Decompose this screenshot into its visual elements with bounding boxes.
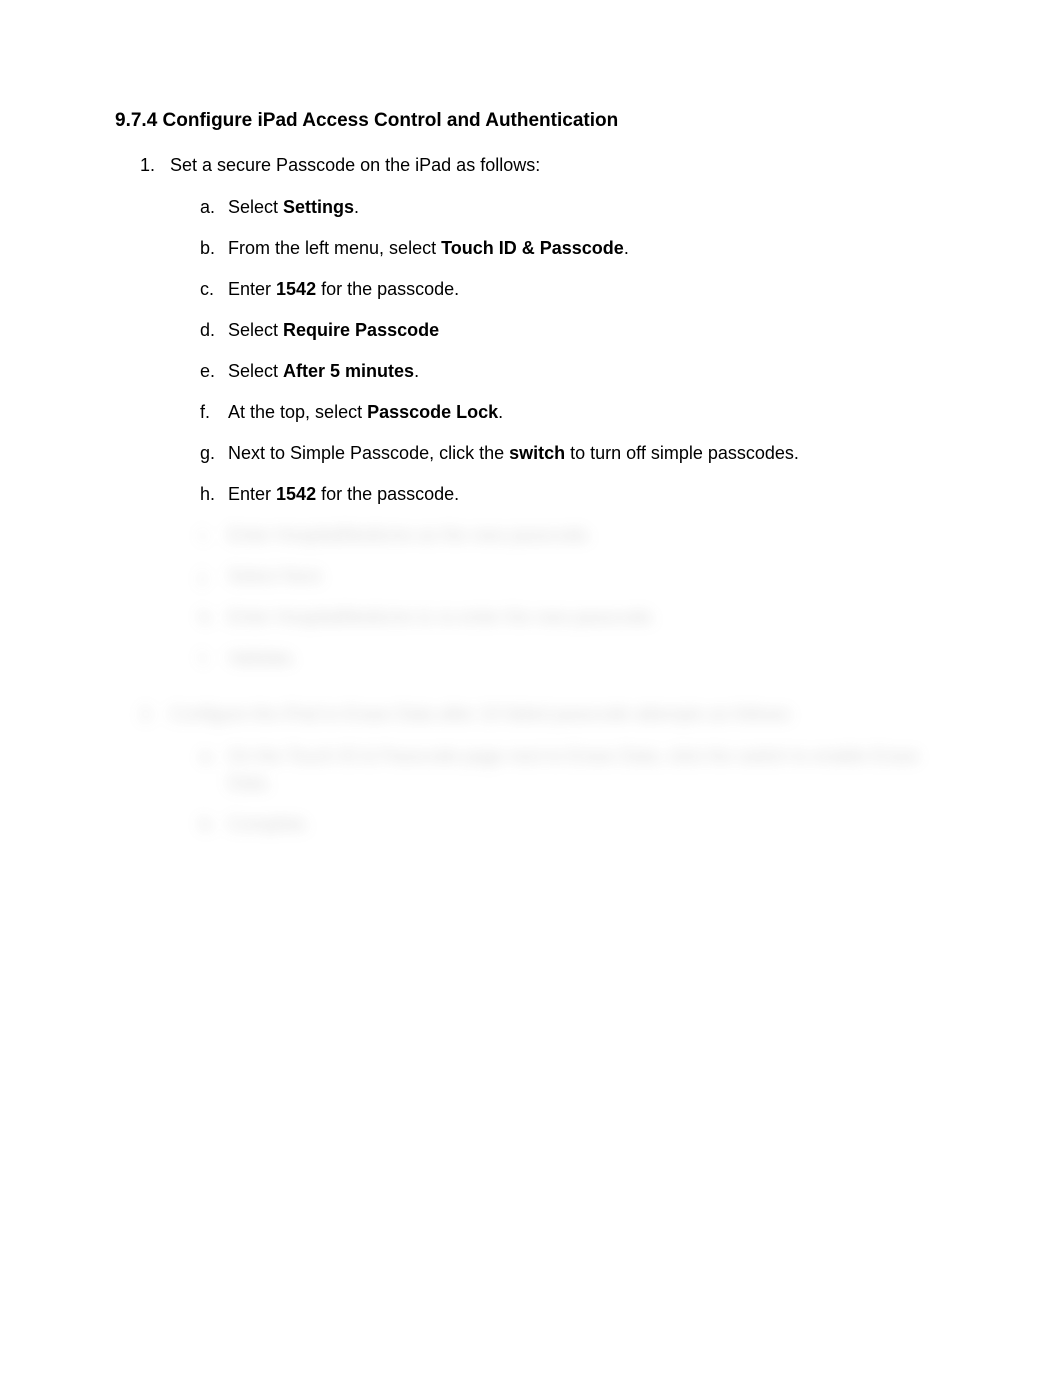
substep-letter: j. — [200, 563, 228, 590]
text-post: . — [414, 361, 419, 381]
substep-text: Enter HospitalMedicine to re-enter the n… — [228, 604, 947, 631]
substep-letter: a. — [200, 743, 228, 797]
step-1: 1. Set a secure Passcode on the iPad as … — [140, 152, 947, 686]
substep-text: Enter 1542 for the passcode. — [228, 481, 947, 508]
substep-letter: f. — [200, 399, 228, 426]
text-post: for the passcode. — [316, 484, 459, 504]
substep-letter: e. — [200, 358, 228, 385]
text-pre: At the top, select — [228, 402, 367, 422]
text-bold: After 5 minutes — [283, 361, 414, 381]
text-bold: Passcode Lock — [367, 402, 498, 422]
text-pre: Select — [228, 361, 283, 381]
section-heading: 9.7.4 Configure iPad Access Control and … — [115, 110, 947, 132]
substep-2b: b. Complete. — [200, 811, 947, 838]
substep-letter: b. — [200, 811, 228, 838]
substep-letter: a. — [200, 194, 228, 221]
main-ordered-list: 1. Set a secure Passcode on the iPad as … — [115, 152, 947, 686]
substep-text: On the Touch ID & Passcode page next to … — [228, 743, 947, 797]
text-post: to turn off simple passcodes. — [565, 443, 799, 463]
text-bold: switch — [509, 443, 565, 463]
substep-text: Next to Simple Passcode, click the switc… — [228, 440, 947, 467]
substep-text: Enter 1542 for the passcode. — [228, 276, 947, 303]
step-1-sublist: a. Select Settings. b. From the left men… — [170, 194, 947, 508]
substep-c: c. Enter 1542 for the passcode. — [200, 276, 947, 303]
substep-l: l. Validate. — [200, 645, 947, 672]
substep-h: h. Enter 1542 for the passcode. — [200, 481, 947, 508]
text-bold: Touch ID & Passcode — [441, 238, 624, 258]
substep-text: Select Settings. — [228, 194, 947, 221]
text-bold: Settings — [283, 197, 354, 217]
substep-text: Enter HospitalMedicine as the new passco… — [228, 522, 947, 549]
step-2-intro: Configure the iPad to Erase Data after 1… — [170, 704, 793, 724]
substep-i: i. Enter HospitalMedicine as the new pas… — [200, 522, 947, 549]
text-bold: 1542 — [276, 279, 316, 299]
text-pre: From the left menu, select — [228, 238, 441, 258]
substep-a: a. Select Settings. — [200, 194, 947, 221]
text-pre: Select — [228, 320, 283, 340]
substep-text: Select Require Passcode — [228, 317, 947, 344]
substep-letter: i. — [200, 522, 228, 549]
text-pre: Enter — [228, 279, 276, 299]
substep-text: From the left menu, select Touch ID & Pa… — [228, 235, 947, 262]
text-post: . — [624, 238, 629, 258]
step-2-content: Configure the iPad to Erase Data after 1… — [170, 701, 947, 852]
blurred-content-2: 2. Configure the iPad to Erase Data afte… — [115, 701, 947, 852]
step-2-sublist: a. On the Touch ID & Passcode page next … — [170, 743, 947, 838]
text-pre: Next to Simple Passcode, click the — [228, 443, 509, 463]
step-1-sublist-blurred: i. Enter HospitalMedicine as the new pas… — [170, 522, 947, 672]
text-post: for the passcode. — [316, 279, 459, 299]
substep-letter: d. — [200, 317, 228, 344]
step-1-intro: Set a secure Passcode on the iPad as fol… — [170, 155, 540, 175]
substep-text: At the top, select Passcode Lock. — [228, 399, 947, 426]
substep-g: g. Next to Simple Passcode, click the sw… — [200, 440, 947, 467]
step-1-content: Set a secure Passcode on the iPad as fol… — [170, 152, 947, 686]
substep-text: Validate. — [228, 645, 947, 672]
text-bold: Require Passcode — [283, 320, 439, 340]
substep-letter: h. — [200, 481, 228, 508]
substep-d: d. Select Require Passcode — [200, 317, 947, 344]
substep-letter: l. — [200, 645, 228, 672]
step-number: 1. — [140, 152, 170, 686]
substep-text: Select After 5 minutes. — [228, 358, 947, 385]
step-2: 2. Configure the iPad to Erase Data afte… — [140, 701, 947, 852]
step-number: 2. — [140, 701, 170, 852]
blurred-content: i. Enter HospitalMedicine as the new pas… — [170, 522, 947, 672]
substep-text: Select Next. — [228, 563, 947, 590]
substep-b: b. From the left menu, select Touch ID &… — [200, 235, 947, 262]
substep-letter: g. — [200, 440, 228, 467]
substep-f: f. At the top, select Passcode Lock. — [200, 399, 947, 426]
text-bold: 1542 — [276, 484, 316, 504]
substep-letter: c. — [200, 276, 228, 303]
main-ordered-list-blurred: 2. Configure the iPad to Erase Data afte… — [115, 701, 947, 852]
substep-text: Complete. — [228, 811, 947, 838]
text-pre: Enter — [228, 484, 276, 504]
substep-letter: k. — [200, 604, 228, 631]
substep-j: j. Select Next. — [200, 563, 947, 590]
substep-letter: b. — [200, 235, 228, 262]
substep-k: k. Enter HospitalMedicine to re-enter th… — [200, 604, 947, 631]
substep-2a: a. On the Touch ID & Passcode page next … — [200, 743, 947, 797]
substep-e: e. Select After 5 minutes. — [200, 358, 947, 385]
text-post: . — [498, 402, 503, 422]
text-post: . — [354, 197, 359, 217]
text-pre: Select — [228, 197, 283, 217]
